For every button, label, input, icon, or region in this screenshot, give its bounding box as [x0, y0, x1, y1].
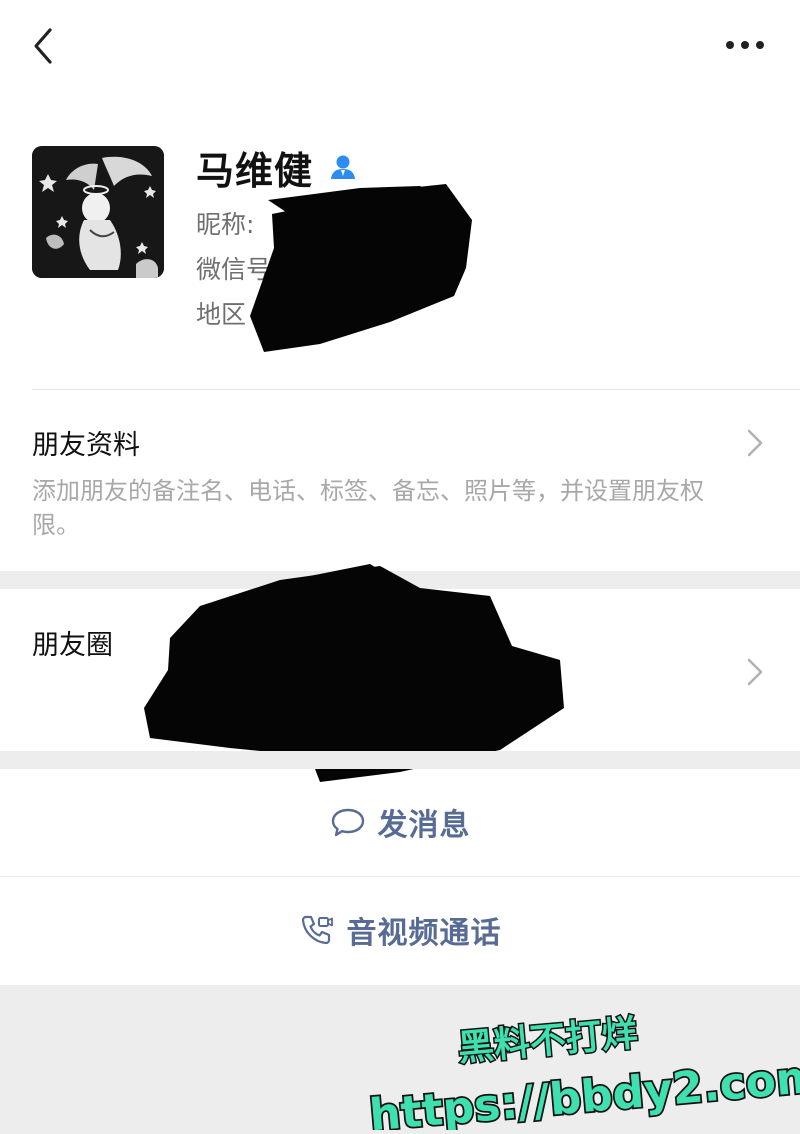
back-arrow-icon[interactable] — [28, 24, 58, 68]
svg-text:https://bbdy2.com: https://bbdy2.com — [367, 1051, 800, 1130]
friend-info-row[interactable]: 朋友资料 添加朋友的备注名、电话、标签、备忘、照片等，并设置朋友权限。 — [0, 390, 800, 571]
chat-bubble-icon — [331, 808, 364, 837]
contact-person-icon — [331, 155, 356, 179]
send-message-button[interactable]: 发消息 — [0, 769, 800, 875]
video-call-icon — [301, 915, 333, 945]
moments-title: 朋友圈 — [32, 630, 113, 661]
region-label: 地区 — [196, 300, 247, 329]
watermark-logo: 黑料不打烊 https://bbdy2.com — [366, 1011, 800, 1130]
chevron-right-icon — [747, 658, 763, 686]
svg-text:黑料不打烊: 黑料不打烊 — [456, 1013, 639, 1070]
top-bar — [0, 0, 800, 100]
more-options-icon[interactable] — [722, 30, 768, 60]
section-gap — [0, 751, 800, 769]
avatar[interactable] — [32, 146, 164, 278]
av-call-button[interactable]: 音视频通话 — [0, 877, 800, 983]
friend-info-description: 添加朋友的备注名、电话、标签、备忘、照片等，并设置朋友权限。 — [32, 477, 704, 539]
friend-info-title: 朋友资料 — [32, 430, 140, 461]
send-message-label: 发消息 — [377, 808, 471, 843]
av-call-label: 音视频通话 — [346, 916, 502, 951]
redaction-mark — [250, 184, 472, 352]
chevron-right-icon — [747, 429, 763, 457]
